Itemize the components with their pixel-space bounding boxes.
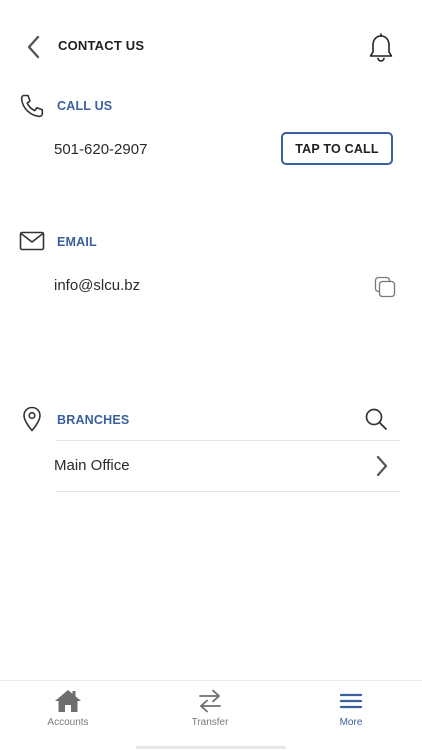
email-heading: EMAIL bbox=[57, 235, 97, 249]
nav-tab-more[interactable]: More bbox=[301, 681, 401, 737]
nav-tab-accounts[interactable]: Accounts bbox=[18, 681, 118, 737]
map-pin-icon bbox=[20, 405, 44, 433]
tap-to-call-button[interactable]: TAP TO CALL bbox=[281, 132, 393, 165]
nav-label: More bbox=[339, 717, 363, 728]
nav-tab-transfer[interactable]: Transfer bbox=[160, 681, 260, 737]
branch-item-main-office[interactable]: Main Office bbox=[54, 442, 400, 490]
chevron-right-icon bbox=[374, 454, 390, 478]
page-title: CONTACT US bbox=[58, 38, 145, 53]
home-icon bbox=[18, 687, 118, 715]
search-icon bbox=[365, 408, 387, 430]
back-button[interactable] bbox=[20, 32, 46, 62]
divider bbox=[56, 440, 400, 441]
home-indicator[interactable] bbox=[136, 746, 286, 749]
copy-icon bbox=[374, 276, 396, 298]
divider bbox=[56, 491, 400, 492]
transfer-arrows-icon bbox=[160, 687, 260, 715]
nav-label: Accounts bbox=[47, 717, 89, 728]
chevron-left-icon bbox=[27, 35, 40, 59]
nav-label: Transfer bbox=[191, 717, 229, 728]
branches-heading: BRANCHES bbox=[57, 413, 130, 427]
call-us-heading: CALL US bbox=[57, 99, 113, 113]
phone-icon bbox=[18, 92, 46, 120]
phone-number: 501-620-2907 bbox=[54, 141, 148, 158]
branch-name: Main Office bbox=[54, 457, 130, 474]
bell-icon bbox=[369, 33, 393, 62]
envelope-icon bbox=[18, 230, 46, 252]
copy-email-button[interactable] bbox=[372, 274, 398, 300]
search-branches-button[interactable] bbox=[362, 405, 390, 433]
contact-us-screen: CONTACT US CALL US 501-620-2907 TAP TO C… bbox=[0, 0, 422, 750]
hamburger-menu-icon bbox=[301, 687, 401, 715]
top-bar: CONTACT US bbox=[0, 24, 422, 70]
email-address: info@slcu.bz bbox=[54, 277, 141, 294]
notifications-button[interactable] bbox=[366, 32, 396, 64]
bottom-navigation: Accounts Transfer More bbox=[0, 680, 422, 750]
